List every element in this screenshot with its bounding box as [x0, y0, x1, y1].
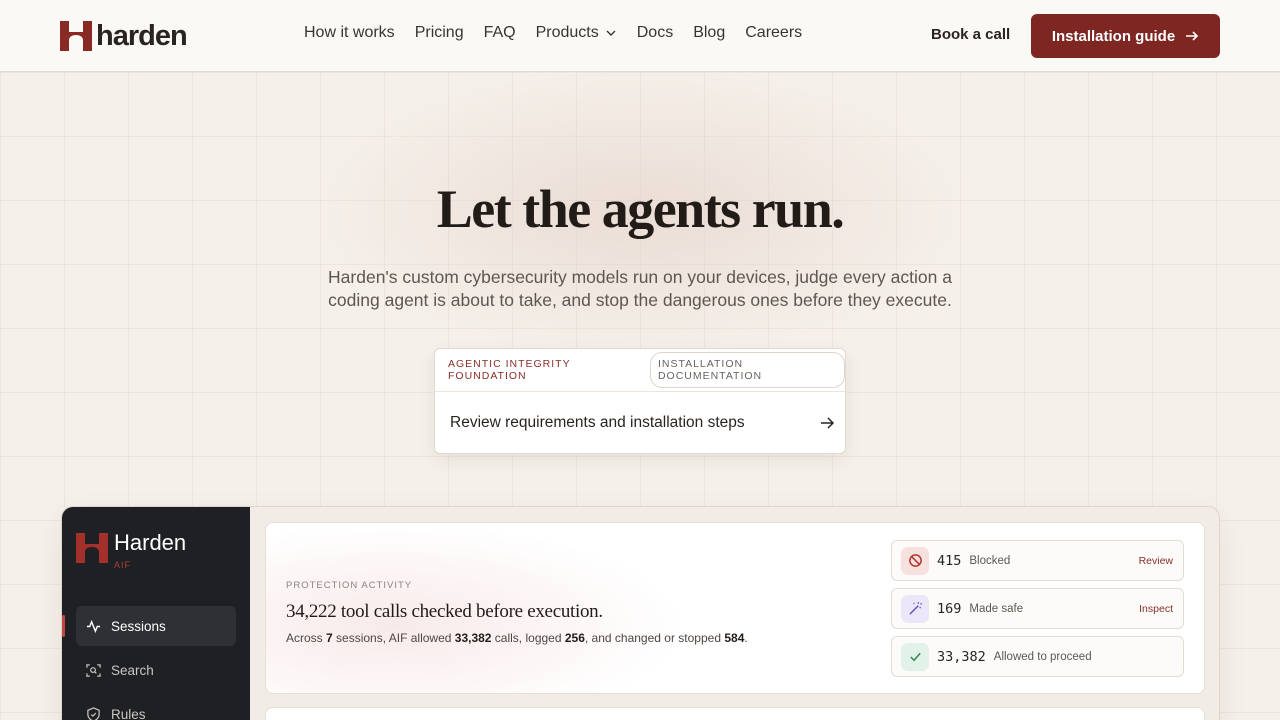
shield-check-icon — [87, 706, 100, 720]
activity-description: Across 7 sessions, AIF allowed 33,382 ca… — [286, 631, 748, 645]
foundation-tag: AGENTIC INTEGRITY FOUNDATION — [448, 358, 571, 382]
nav-blog[interactable]: Blog — [693, 24, 725, 42]
sidebar-item-search[interactable]: Search — [76, 650, 236, 690]
install-card: AGENTIC INTEGRITY FOUNDATION INSTALLATIO… — [434, 348, 846, 454]
sidebar-item-label: Rules — [111, 706, 146, 720]
ban-icon — [901, 546, 929, 575]
stat-label: Blocked — [969, 554, 1011, 567]
harden-logo-icon — [60, 21, 92, 51]
sidebar-item-label: Sessions — [111, 618, 166, 634]
installation-guide-button[interactable]: Installation guide — [1031, 14, 1220, 58]
app-brand: Harden — [114, 530, 187, 555]
activity-label: PROTECTION ACTIVITY — [286, 580, 413, 591]
activity-title: 34,222 tool calls checked before executi… — [286, 601, 603, 622]
review-link[interactable]: Review — [1139, 555, 1173, 567]
arrow-right-icon — [821, 417, 835, 429]
nav-products[interactable]: Products — [536, 24, 617, 42]
book-call-link[interactable]: Book a call — [931, 26, 1010, 43]
stat-number: 415 — [937, 552, 962, 569]
scan-search-icon — [86, 663, 101, 677]
stat-label: Allowed to proceed — [993, 650, 1092, 663]
app-sidebar: Harden AIF Sessions Search Rules — [62, 507, 250, 720]
sessions-toolbar — [265, 707, 1205, 720]
activity-icon — [86, 619, 101, 633]
install-card-header: AGENTIC INTEGRITY FOUNDATION INSTALLATIO… — [435, 349, 845, 392]
stat-allowed[interactable]: 33,382 Allowed to proceed — [891, 636, 1184, 677]
chevron-down-icon — [606, 30, 616, 36]
nav-how-it-works[interactable]: How it works — [304, 24, 395, 42]
check-icon — [901, 642, 929, 671]
sidebar-item-sessions[interactable]: Sessions — [76, 606, 236, 646]
app-preview: Harden AIF Sessions Search Rules PROTECT… — [61, 506, 1220, 720]
logo[interactable]: harden — [60, 20, 188, 52]
stat-label: Made safe — [969, 602, 1024, 615]
nav-careers[interactable]: Careers — [745, 24, 802, 42]
install-link-text: Review requirements and installation ste… — [450, 414, 745, 431]
hero-title: Let the agents run. — [436, 179, 845, 239]
nav-products-label: Products — [535, 24, 599, 41]
nav-faq[interactable]: FAQ — [484, 24, 516, 42]
active-marker — [62, 615, 65, 637]
inspect-link[interactable]: Inspect — [1139, 603, 1173, 615]
install-link-row[interactable]: Review requirements and installation ste… — [435, 392, 845, 454]
nav-docs[interactable]: Docs — [637, 24, 673, 42]
main-nav: How it works Pricing FAQ Products Docs B… — [304, 24, 802, 42]
docs-pill: INSTALLATION DOCUMENTATION — [649, 352, 845, 388]
harden-logo-icon — [76, 533, 108, 568]
stat-number: 33,382 — [937, 648, 986, 665]
stat-number: 169 — [937, 600, 962, 617]
hero-subtitle: Harden's custom cybersecurity models run… — [328, 267, 952, 310]
arrow-right-icon — [1186, 31, 1199, 41]
stat-made-safe[interactable]: 169 Made safe Inspect — [891, 588, 1184, 629]
protection-activity-panel: PROTECTION ACTIVITY 34,222 tool calls ch… — [265, 522, 1205, 694]
app-brand-sub: AIF — [114, 560, 132, 570]
nav-pricing[interactable]: Pricing — [415, 24, 464, 42]
sidebar-item-rules[interactable]: Rules — [76, 694, 236, 720]
site-header: harden How it works Pricing FAQ Products… — [0, 0, 1280, 72]
logo-text: harden — [96, 20, 188, 52]
installation-guide-label: Installation guide — [1051, 27, 1176, 45]
sidebar-item-label: Search — [111, 662, 154, 678]
wand-icon — [901, 594, 929, 623]
stat-blocked[interactable]: 415 Blocked Review — [891, 540, 1184, 581]
